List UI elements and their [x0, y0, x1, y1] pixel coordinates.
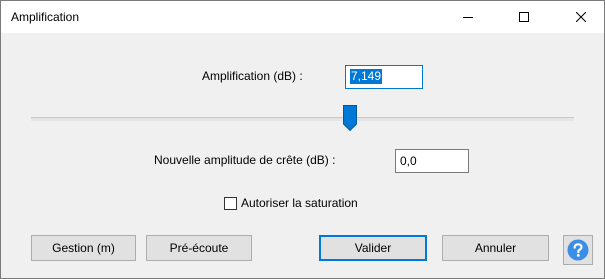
title-bar[interactable]: Amplification — [1, 1, 604, 33]
dialog-body: Amplification (dB) : 7,149 Nouvelle ampl… — [1, 33, 604, 278]
slider-track[interactable] — [31, 117, 574, 121]
minimize-button[interactable] — [445, 1, 491, 33]
close-icon — [576, 12, 586, 22]
cancel-button[interactable]: Annuler — [442, 235, 549, 261]
manage-button[interactable]: Gestion (m) — [31, 235, 136, 261]
amplification-label: Amplification (dB) : — [202, 69, 303, 83]
window-title: Amplification — [11, 10, 80, 24]
peak-amplitude-label: Nouvelle amplitude de crête (dB) : — [154, 153, 336, 167]
close-button[interactable] — [558, 1, 604, 33]
maximize-button[interactable] — [501, 1, 547, 33]
slider-thumb[interactable] — [343, 105, 357, 131]
peak-amplitude-input[interactable] — [395, 149, 469, 173]
amplification-dialog: Amplification Amplification (dB) : 7,149… — [0, 0, 605, 279]
allow-clipping-label[interactable]: Autoriser la saturation — [241, 196, 358, 210]
amplification-input[interactable] — [345, 65, 423, 89]
maximize-icon — [519, 12, 529, 22]
minimize-icon — [463, 17, 473, 18]
allow-clipping-checkbox[interactable] — [224, 197, 237, 210]
preview-button[interactable]: Pré-écoute — [146, 235, 252, 261]
help-icon — [567, 239, 589, 261]
ok-button[interactable]: Valider — [319, 235, 427, 261]
help-button[interactable] — [563, 235, 593, 265]
